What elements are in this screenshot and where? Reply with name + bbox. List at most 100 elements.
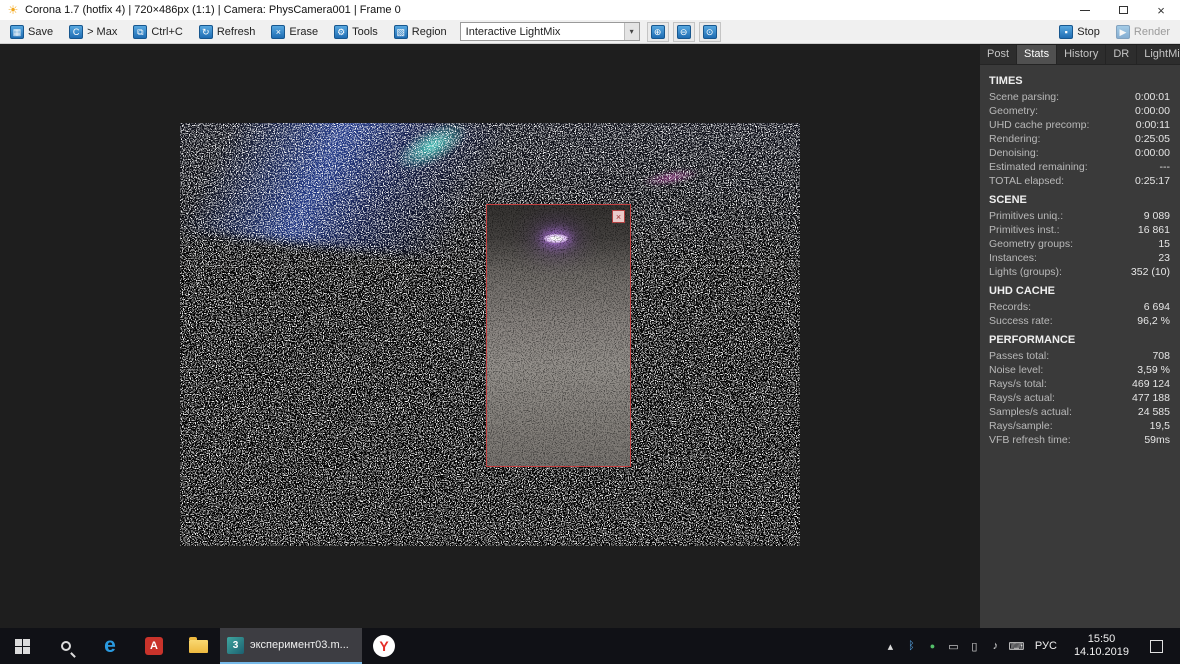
stat-label: Lights (groups): (989, 266, 1062, 278)
keyboard-icon[interactable]: ⌨ (1006, 640, 1027, 653)
taskbar-explorer-button[interactable] (176, 628, 220, 664)
stat-value: 15 (1158, 238, 1170, 250)
stat-label: Samples/s actual: (989, 406, 1072, 418)
action-center-button[interactable] (1138, 639, 1174, 653)
taskbar: e A 3 эксперимент03.m... Y ▴ ᛒ ● ▭ ▯ ♪ ⌨… (0, 628, 1180, 664)
active-task-label: эксперимент03.m... (250, 639, 349, 651)
region-render-box[interactable]: × (486, 204, 631, 467)
bluetooth-icon[interactable]: ᛒ (901, 640, 922, 652)
corona-c-icon: C (69, 24, 84, 39)
stats-panel: TIMES Scene parsing: 0:00:01 Geometry: 0:0… (980, 65, 1180, 447)
monitor-icon[interactable]: ▭ (943, 640, 964, 653)
taskbar-edge-button[interactable]: e (88, 628, 132, 664)
taskbar-red-app-button[interactable]: A (132, 628, 176, 664)
region-label: Region (411, 25, 447, 38)
copy-label: Ctrl+C (151, 25, 183, 38)
render-image[interactable]: × (180, 123, 800, 546)
stop-button[interactable]: ▪ Stop (1052, 22, 1107, 42)
yandex-icon: Y (373, 635, 395, 657)
start-button[interactable] (0, 628, 44, 664)
stat-value: 469 124 (1132, 378, 1170, 390)
hidden-icons-chevron[interactable]: ▴ (880, 640, 901, 653)
tab-post[interactable]: Post (980, 45, 1018, 64)
stat-label: Instances: (989, 252, 1037, 264)
region-button[interactable]: ▧ Region (387, 22, 454, 42)
action-center-icon (1149, 639, 1163, 653)
zoom-reset-button[interactable]: ⊙ (698, 21, 721, 42)
language-indicator[interactable]: РУС (1027, 640, 1065, 652)
lightmix-dropdown-value: Interactive LightMix (465, 25, 561, 38)
refresh-button[interactable]: ↻ Refresh (192, 22, 263, 42)
stat-row: Passes total: 708 (980, 349, 1180, 363)
stat-row: Primitives uniq.: 9 089 (980, 209, 1180, 223)
stat-row: Rays/sample: 19,5 (980, 419, 1180, 433)
close-button[interactable]: × (1142, 0, 1180, 20)
close-icon: × (1157, 2, 1165, 18)
taskbar-yandex-button[interactable]: Y (362, 628, 406, 664)
window-title: Corona 1.7 (hotfix 4) | 720×486px (1:1) … (25, 4, 401, 16)
tools-icon: ⚙ (334, 24, 349, 39)
stat-value: 16 861 (1137, 224, 1170, 236)
edge-icon: e (104, 634, 116, 657)
folder-icon (188, 636, 208, 653)
stat-value: 6 694 (1143, 301, 1170, 313)
save-icon: ▦ (10, 24, 24, 39)
tab-dr[interactable]: DR (1106, 45, 1138, 64)
refresh-label: Refresh (216, 25, 256, 38)
stat-row: UHD cache precomp: 0:00:11 (980, 118, 1180, 132)
tab-lightmix[interactable]: LightMix (1137, 45, 1180, 64)
search-button[interactable] (44, 628, 88, 664)
zoom-in-button[interactable]: ⊕ (646, 21, 669, 42)
zoom-out-icon: ⊖ (676, 24, 691, 39)
clock-date: 14.10.2019 (1073, 646, 1129, 658)
stat-value: 0:00:11 (1135, 119, 1170, 131)
side-panel: Post Stats History DR LightMix TIMES Sce… (980, 45, 1180, 628)
stat-label: Geometry groups: (989, 238, 1074, 250)
tools-button[interactable]: ⚙ Tools (327, 22, 385, 42)
clock[interactable]: 15:50 14.10.2019 (1065, 633, 1138, 659)
stat-label: Rendering: (989, 133, 1041, 145)
minimize-button[interactable] (1066, 0, 1104, 20)
erase-button[interactable]: × Erase (264, 22, 325, 42)
lightmix-dropdown[interactable]: Interactive LightMix ▾ (459, 22, 640, 41)
stat-row: Success rate: 96,2 % (980, 314, 1180, 328)
zoom-out-button[interactable]: ⊖ (672, 21, 695, 42)
maximize-button[interactable] (1104, 0, 1142, 20)
region-close-button[interactable]: × (612, 210, 625, 223)
to-max-button[interactable]: C > Max (62, 22, 124, 42)
stat-value: 352 (10) (1130, 266, 1170, 278)
save-button[interactable]: ▦ Save (3, 22, 60, 42)
render-icon: ▶ (1115, 24, 1130, 39)
stat-value: 0:00:01 (1134, 91, 1170, 103)
stat-value: 0:00:00 (1134, 105, 1170, 117)
tab-stats[interactable]: Stats (1017, 45, 1058, 64)
battery-icon[interactable]: ▯ (964, 640, 985, 653)
stop-label: Stop (1077, 25, 1100, 38)
active-task-button[interactable]: 3 эксперимент03.m... (220, 628, 362, 664)
tab-history[interactable]: History (1057, 45, 1107, 64)
refresh-icon: ↻ (198, 24, 213, 39)
stat-label: Primitives uniq.: (989, 210, 1064, 222)
stat-row: Denoising: 0:00:00 (980, 146, 1180, 160)
stat-label: Primitives inst.: (989, 224, 1060, 236)
copy-button[interactable]: ⧉ Ctrl+C (126, 22, 189, 42)
battery-saver-icon[interactable]: ● (922, 641, 943, 651)
stat-value: 3,59 % (1137, 364, 1170, 376)
volume-icon[interactable]: ♪ (985, 640, 1006, 652)
stat-row: Geometry: 0:00:00 (980, 104, 1180, 118)
corona-vfb-window: ☀ Corona 1.7 (hotfix 4) | 720×486px (1:1… (0, 0, 1180, 664)
stat-label: Geometry: (989, 105, 1039, 117)
system-tray: ▴ ᛒ ● ▭ ▯ ♪ ⌨ РУС 15:50 14.10.2019 (880, 628, 1180, 664)
stat-label: Rays/sample: (989, 420, 1053, 432)
3dsmax-icon: 3 (227, 636, 244, 654)
stat-row: VFB refresh time: 59ms (980, 433, 1180, 447)
stat-row: Rendering: 0:25:05 (980, 132, 1180, 146)
stat-row: Rays/s actual: 477 188 (980, 391, 1180, 405)
stat-label: Success rate: (989, 315, 1053, 327)
chevron-down-icon[interactable]: ▾ (623, 23, 639, 40)
section-title-performance: PERFORMANCE (989, 334, 1076, 346)
tools-label: Tools (352, 25, 378, 38)
stat-label: UHD cache precomp: (989, 119, 1090, 131)
render-button[interactable]: ▶ Render (1109, 22, 1177, 42)
stat-row: Primitives inst.: 16 861 (980, 223, 1180, 237)
